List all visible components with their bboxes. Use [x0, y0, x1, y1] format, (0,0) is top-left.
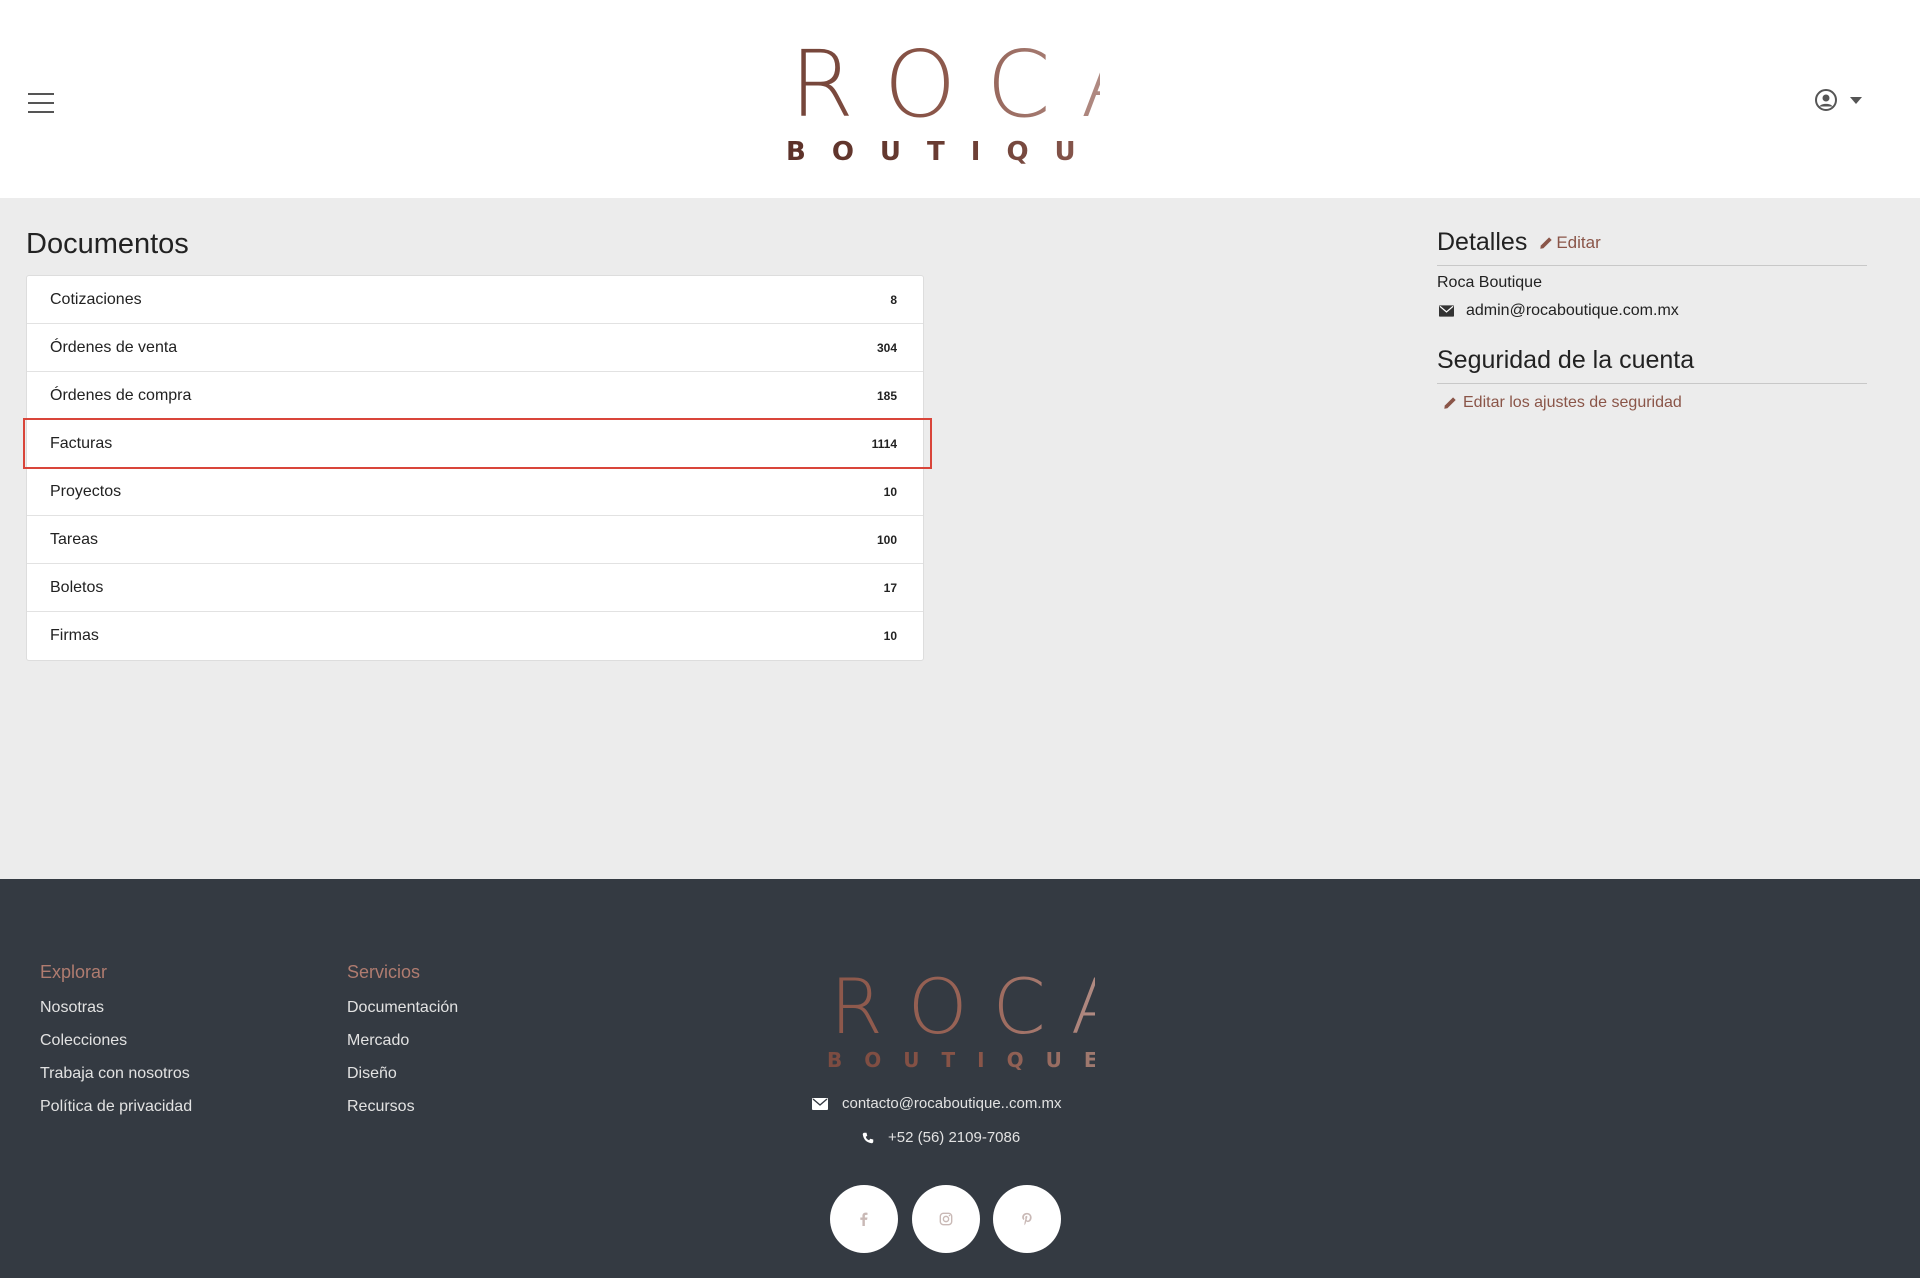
documents-title: Documentos: [26, 228, 189, 260]
footer-email-text: contacto@rocaboutique..com.mx: [842, 1095, 1062, 1112]
documents-list: Cotizaciones 8 Órdenes de venta 304 Órde…: [23, 275, 932, 661]
doc-item-facturas[interactable]: Facturas 1114: [23, 418, 932, 469]
details-panel: Detalles Editar Roca Boutique admin@roca…: [1437, 228, 1867, 412]
details-title: Detalles: [1437, 228, 1528, 256]
doc-item-label: Boletos: [50, 578, 104, 596]
user-circle-icon: [1815, 89, 1837, 111]
envelope-icon: [812, 1097, 828, 1110]
instagram-button[interactable]: [912, 1185, 980, 1253]
doc-item-label: Facturas: [50, 434, 113, 452]
logo-main-text: ROCA: [760, 39, 1144, 131]
account-email-row: admin@rocaboutique.com.mx: [1437, 302, 1867, 320]
doc-item-label: Tareas: [50, 530, 99, 548]
site-logo[interactable]: ROCA BOUTIQUE: [760, 39, 1144, 170]
edit-security-link[interactable]: Editar los ajustes de seguridad: [1437, 394, 1867, 412]
footer-logo: ROCA BOUTIQUE: [805, 969, 1123, 1074]
footer-explore-heading: Explorar: [40, 962, 108, 982]
pencil-icon: [1444, 397, 1456, 409]
footer-logo-sub-text: BOUTIQUE: [805, 1046, 1097, 1074]
doc-item-proyectos[interactable]: Proyectos 10: [27, 468, 923, 516]
doc-item-label: Firmas: [50, 627, 99, 644]
doc-item-count: 10: [883, 629, 897, 643]
details-header: Detalles Editar: [1437, 228, 1867, 266]
doc-item-firmas[interactable]: Firmas 10: [27, 612, 923, 660]
footer-contact-email[interactable]: contacto@rocaboutique..com.mx: [812, 1095, 1062, 1112]
site-footer: Explorar Nosotras Colecciones Trabaja co…: [0, 879, 1920, 1278]
footer-contact-phone[interactable]: +52 (56) 2109-7086: [862, 1129, 1020, 1146]
footer-link-nosotras[interactable]: Nosotras: [40, 999, 192, 1017]
doc-item-boletos[interactable]: Boletos 17: [27, 564, 923, 612]
security-header: Seguridad de la cuenta: [1437, 346, 1867, 384]
logo-sub-text: BOUTIQUE: [760, 134, 1119, 170]
doc-item-count: 304: [876, 340, 897, 355]
instagram-icon: [939, 1212, 953, 1226]
doc-item-cotizaciones[interactable]: Cotizaciones 8: [27, 276, 923, 324]
doc-item-count: 100: [876, 532, 897, 547]
footer-link-mercado[interactable]: Mercado: [347, 1032, 458, 1050]
footer-phone-text: +52 (56) 2109-7086: [888, 1129, 1021, 1146]
doc-item-count: 185: [876, 388, 897, 403]
doc-item-count: 8: [890, 292, 897, 307]
doc-item-label: Proyectos: [50, 482, 122, 500]
footer-link-privacidad[interactable]: Política de privacidad: [40, 1098, 192, 1116]
facebook-icon: [860, 1212, 868, 1226]
doc-item-tareas[interactable]: Tareas 100: [27, 516, 923, 564]
security-title: Seguridad de la cuenta: [1437, 346, 1695, 374]
chevron-down-icon: [1850, 96, 1862, 104]
edit-details-label: Editar: [1556, 233, 1601, 252]
envelope-icon: [1439, 305, 1454, 317]
doc-item-label: Órdenes de venta: [50, 338, 178, 356]
account-email: admin@rocaboutique.com.mx: [1466, 302, 1679, 319]
doc-item-label: Cotizaciones: [50, 290, 142, 308]
footer-explore-column: Explorar Nosotras Colecciones Trabaja co…: [40, 962, 192, 1131]
user-menu-button[interactable]: [1814, 88, 1862, 112]
edit-details-link[interactable]: Editar: [1539, 233, 1601, 253]
footer-link-trabaja[interactable]: Trabaja con nosotros: [40, 1065, 192, 1083]
doc-item-count: 17: [883, 580, 897, 595]
pinterest-icon: [1022, 1212, 1032, 1226]
footer-logo-main-text: ROCA: [805, 969, 1123, 1045]
doc-item-ordenes-compra[interactable]: Órdenes de compra 185: [27, 372, 923, 420]
site-header: ROCA BOUTIQUE: [0, 0, 1920, 198]
account-name: Roca Boutique: [1437, 274, 1542, 291]
footer-link-colecciones[interactable]: Colecciones: [40, 1032, 192, 1050]
edit-security-label: Editar los ajustes de seguridad: [1463, 394, 1682, 411]
pencil-icon: [1540, 237, 1553, 249]
doc-item-count: 10: [883, 484, 897, 499]
hamburger-menu-icon[interactable]: [28, 93, 54, 115]
pinterest-button[interactable]: [993, 1185, 1061, 1253]
doc-item-count: 1114: [871, 436, 897, 451]
facebook-button[interactable]: [830, 1185, 898, 1253]
footer-link-recursos[interactable]: Recursos: [347, 1098, 458, 1116]
doc-item-label: Órdenes de compra: [50, 386, 192, 404]
footer-services-heading: Servicios: [347, 962, 421, 982]
phone-icon: [862, 1132, 874, 1143]
footer-services-column: Servicios Documentación Mercado Diseño R…: [347, 962, 458, 1131]
footer-link-diseno[interactable]: Diseño: [347, 1065, 458, 1083]
footer-link-documentacion[interactable]: Documentación: [347, 999, 458, 1017]
doc-item-ordenes-venta[interactable]: Órdenes de venta 304: [27, 324, 923, 372]
